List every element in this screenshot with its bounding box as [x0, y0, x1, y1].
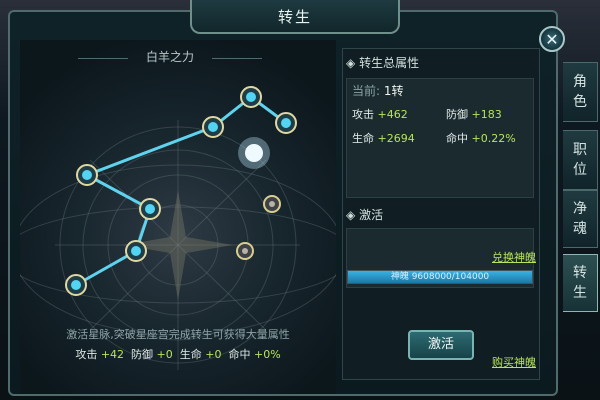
- bonus-defense-label: 防御: [131, 348, 154, 361]
- close-icon: ✕: [545, 30, 559, 49]
- star-node-inactive: [236, 195, 281, 260]
- current-rebirth: 当前: 1转: [352, 82, 404, 99]
- total-attack-value: +462: [377, 108, 408, 121]
- bonus-attack-label: 攻击: [75, 348, 98, 361]
- tab-rebirth[interactable]: 转生: [563, 254, 598, 312]
- total-defense: 防御 +183: [446, 106, 502, 122]
- total-hit-value: +0.22%: [471, 132, 516, 145]
- tab-position[interactable]: 职位: [563, 130, 598, 190]
- bonus-hit-value: +0%: [253, 348, 281, 361]
- total-hit-label: 命中: [446, 132, 468, 145]
- window-title: 转生: [190, 0, 400, 34]
- total-hit: 命中 +0.22%: [446, 130, 516, 146]
- current-value: 1转: [383, 84, 404, 98]
- exchange-soul-link[interactable]: 兑换神魄: [492, 249, 536, 265]
- tab-position-label: 职位: [573, 142, 587, 178]
- constellation-bonus: 攻击 +42 防御 +0 生命 +0 命中 +0%: [20, 346, 336, 362]
- diamond-icon: ◈: [346, 208, 356, 222]
- current-label: 当前:: [352, 84, 381, 98]
- bonus-defense-value: +0: [156, 348, 173, 361]
- bonus-hp-label: 生命: [179, 348, 202, 361]
- diamond-icon: ◈: [346, 56, 356, 70]
- total-hp-label: 生命: [352, 132, 374, 145]
- tab-purify[interactable]: 净魂: [563, 190, 598, 248]
- activate-button[interactable]: 激活: [408, 330, 474, 360]
- total-attr-header: ◈ 转生总属性: [346, 54, 419, 71]
- tab-character[interactable]: 角色: [563, 62, 598, 122]
- total-hp-value: +2694: [377, 132, 415, 145]
- soul-progress-bar: 神魄 9608000/104000: [347, 270, 533, 284]
- total-attack-label: 攻击: [352, 108, 374, 121]
- bonus-hit-label: 命中: [228, 348, 251, 361]
- tab-rebirth-label: 转生: [573, 265, 587, 301]
- activate-header-label: 激活: [359, 208, 384, 222]
- total-attr-header-label: 转生总属性: [359, 56, 420, 70]
- constellation-description: 激活星脉,突破星座宫完成转生可获得大量属性: [66, 328, 290, 341]
- soul-progress-text: 神魄 9608000/104000: [390, 272, 490, 282]
- tab-purify-label: 净魂: [573, 201, 587, 237]
- total-hp: 生命 +2694: [352, 130, 415, 146]
- bonus-attack-value: +42: [100, 348, 125, 361]
- activate-header: ◈ 激活: [346, 206, 383, 223]
- total-attack: 攻击 +462: [352, 106, 408, 122]
- bonus-hp-value: +0: [205, 348, 222, 361]
- total-defense-value: +183: [471, 108, 502, 121]
- close-button[interactable]: ✕: [539, 26, 565, 52]
- buy-soul-link[interactable]: 购买神魄: [492, 354, 536, 370]
- star-node-glowing: [238, 137, 270, 169]
- tab-character-label: 角色: [573, 74, 587, 110]
- total-defense-label: 防御: [446, 108, 468, 121]
- constellation-title: 白羊之力: [145, 50, 194, 64]
